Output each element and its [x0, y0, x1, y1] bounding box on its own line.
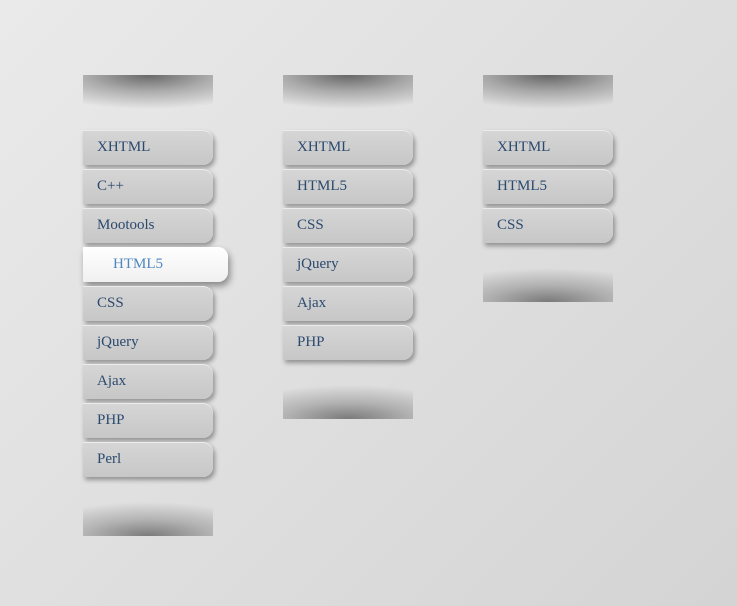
- list-item-label: HTML5: [113, 256, 163, 272]
- list-item-label: XHTML: [497, 139, 550, 155]
- list-item-label: Ajax: [97, 373, 126, 389]
- list-item[interactable]: XHTML: [283, 130, 413, 165]
- list-item-label: PHP: [297, 334, 325, 350]
- list-item[interactable]: C++: [83, 169, 213, 204]
- list-item-label: C++: [97, 178, 124, 194]
- list-item[interactable]: HTML5: [283, 169, 413, 204]
- list-item[interactable]: jQuery: [283, 247, 413, 282]
- list-column-0: XHTML C++ Mootools HTML5 CSS jQuery Ajax…: [83, 75, 213, 481]
- list-item[interactable]: Ajax: [283, 286, 413, 321]
- list-item[interactable]: Mootools: [83, 208, 213, 243]
- list-item-label: jQuery: [297, 256, 339, 272]
- list-item[interactable]: HTML5: [483, 169, 613, 204]
- list-item-label: jQuery: [97, 334, 139, 350]
- list-item-label: Ajax: [297, 295, 326, 311]
- list-item[interactable]: CSS: [83, 286, 213, 321]
- list-item-label: CSS: [97, 295, 124, 311]
- list-item[interactable]: XHTML: [83, 130, 213, 165]
- list-item[interactable]: CSS: [483, 208, 613, 243]
- list-item[interactable]: CSS: [283, 208, 413, 243]
- list-item-label: XHTML: [297, 139, 350, 155]
- list-item-label: XHTML: [97, 139, 150, 155]
- list-item-active[interactable]: HTML5: [83, 247, 228, 282]
- list-item[interactable]: Ajax: [83, 364, 213, 399]
- list-item-label: CSS: [497, 217, 524, 233]
- list-item-label: Perl: [97, 451, 121, 467]
- list-column-2: XHTML HTML5 CSS: [483, 75, 613, 247]
- list-item-label: Mootools: [97, 217, 155, 233]
- list-item[interactable]: XHTML: [483, 130, 613, 165]
- list-item[interactable]: PHP: [283, 325, 413, 360]
- list-item[interactable]: jQuery: [83, 325, 213, 360]
- list-container: XHTML C++ Mootools HTML5 CSS jQuery Ajax…: [0, 0, 737, 481]
- list-item[interactable]: Perl: [83, 442, 213, 477]
- list-column-1: XHTML HTML5 CSS jQuery Ajax PHP: [283, 75, 413, 364]
- list-item-label: HTML5: [297, 178, 347, 194]
- list-item-label: PHP: [97, 412, 125, 428]
- list-item-label: HTML5: [497, 178, 547, 194]
- list-item[interactable]: PHP: [83, 403, 213, 438]
- list-item-label: CSS: [297, 217, 324, 233]
